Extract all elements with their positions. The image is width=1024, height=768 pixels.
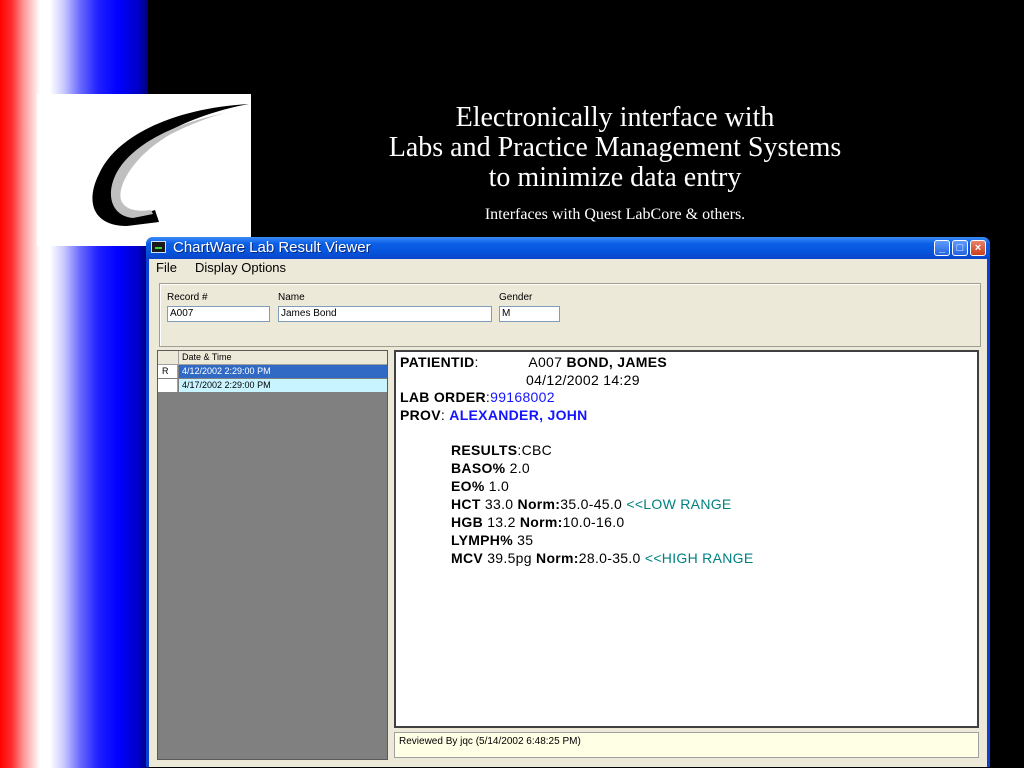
- test-value: 2.0: [509, 460, 530, 476]
- window-titlebar[interactable]: ChartWare Lab Result Viewer _ □ ×: [146, 237, 990, 259]
- test-row: HCT 33.0 Norm:35.0-45.0 <<LOW RANGE: [451, 496, 732, 512]
- name-label: Name: [278, 292, 305, 303]
- results-label: RESULTS: [451, 442, 518, 458]
- list-item[interactable]: R 4/12/2002 2:29:00 PM: [158, 365, 387, 378]
- slide-title-line-3: to minimize data entry: [488, 162, 742, 193]
- slide-title: Electronically interface with Labs and P…: [300, 103, 930, 193]
- gender-field[interactable]: M: [499, 306, 560, 322]
- menu-file[interactable]: File: [156, 260, 177, 275]
- test-row: EO% 1.0: [451, 478, 509, 494]
- range-flag: <<HIGH RANGE: [644, 550, 754, 566]
- prov-label: PROV: [400, 407, 441, 423]
- lab-order-value: 99168002: [490, 389, 555, 405]
- lab-order-line: LAB ORDER:99168002: [400, 389, 555, 405]
- test-row: MCV 39.5pg Norm:28.0-35.0 <<HIGH RANGE: [451, 550, 753, 566]
- patientid-value: A007: [528, 354, 563, 370]
- test-name: MCV: [451, 550, 484, 566]
- test-name: HCT: [451, 496, 481, 512]
- row-datetime[interactable]: 4/12/2002 2:29:00 PM: [179, 365, 387, 378]
- test-name: EO%: [451, 478, 485, 494]
- norm-label: Norm:: [517, 496, 561, 512]
- gender-label: Gender: [499, 292, 533, 303]
- slide-title-line-2: Labs and Practice Management Systems: [388, 132, 842, 163]
- patientid-line: PATIENTID: A007 BOND, JAMES: [400, 354, 667, 370]
- test-name: LYMPH%: [451, 532, 513, 548]
- window-client-area: File Display Options Record # A007 Name …: [149, 259, 987, 767]
- app-monitor-icon[interactable]: [151, 241, 166, 253]
- prov-value: ALEXANDER, JOHN: [449, 407, 588, 423]
- close-button[interactable]: ×: [970, 240, 986, 256]
- list-item[interactable]: 4/17/2002 2:29:00 PM: [158, 379, 387, 392]
- test-value: 33.0: [484, 496, 514, 512]
- test-name: BASO%: [451, 460, 506, 476]
- test-value: 1.0: [488, 478, 510, 494]
- window-title: ChartWare Lab Result Viewer: [173, 239, 371, 256]
- test-value: 35: [517, 532, 534, 548]
- test-value: 39.5pg: [487, 550, 532, 566]
- range-flag: <<LOW RANGE: [626, 496, 732, 512]
- norm-range: 28.0-35.0: [578, 550, 641, 566]
- test-row: HGB 13.2 Norm:10.0-16.0: [451, 514, 624, 530]
- slide-title-line-1: Electronically interface with: [455, 102, 775, 133]
- patient-name: BOND, JAMES: [566, 354, 667, 370]
- norm-label: Norm:: [519, 514, 563, 530]
- norm-range: 35.0-45.0: [560, 496, 623, 512]
- lab-order-label: LAB ORDER: [400, 389, 486, 405]
- lab-result-viewer-window: ChartWare Lab Result Viewer _ □ × File D…: [146, 237, 990, 767]
- review-status: Reviewed By jqc (5/14/2002 6:48:25 PM): [394, 732, 979, 758]
- row-marker: R: [158, 365, 178, 378]
- test-value: 13.2: [487, 514, 516, 530]
- company-logo: [37, 94, 251, 246]
- record-label: Record #: [167, 292, 208, 303]
- date-time-column-header[interactable]: Date & Time: [182, 352, 232, 362]
- slide-subtitle: Interfaces with Quest LabCore & others.: [484, 206, 746, 223]
- results-value: CBC: [521, 442, 553, 458]
- order-datetime: 04/12/2002 14:29: [526, 372, 640, 388]
- norm-label: Norm:: [536, 550, 579, 566]
- test-row: LYMPH% 35: [451, 532, 533, 548]
- test-row: BASO% 2.0: [451, 460, 530, 476]
- name-field[interactable]: James Bond: [278, 306, 492, 322]
- maximize-button[interactable]: □: [952, 240, 968, 256]
- test-name: HGB: [451, 514, 484, 530]
- results-list[interactable]: Date & Time R 4/12/2002 2:29:00 PM 4/17/…: [157, 350, 388, 760]
- results-line: RESULTS:CBC: [451, 442, 553, 458]
- row-datetime[interactable]: 4/17/2002 2:29:00 PM: [179, 379, 387, 392]
- minimize-button[interactable]: _: [934, 240, 950, 256]
- menu-display-options[interactable]: Display Options: [195, 260, 286, 275]
- record-field[interactable]: A007: [167, 306, 270, 322]
- provider-line: PROV: ALEXANDER, JOHN: [400, 407, 588, 423]
- row-marker: [158, 379, 178, 392]
- list-header[interactable]: Date & Time: [158, 351, 387, 365]
- patientid-label: PATIENTID: [400, 354, 475, 370]
- norm-range: 10.0-16.0: [562, 514, 625, 530]
- lab-report-view[interactable]: PATIENTID: A007 BOND, JAMES 04/12/2002 1…: [394, 350, 979, 728]
- patient-info-panel: Record # A007 Name James Bond Gender M: [159, 283, 981, 347]
- menu-bar: File Display Options: [149, 259, 987, 278]
- row-selector-header: [158, 351, 179, 364]
